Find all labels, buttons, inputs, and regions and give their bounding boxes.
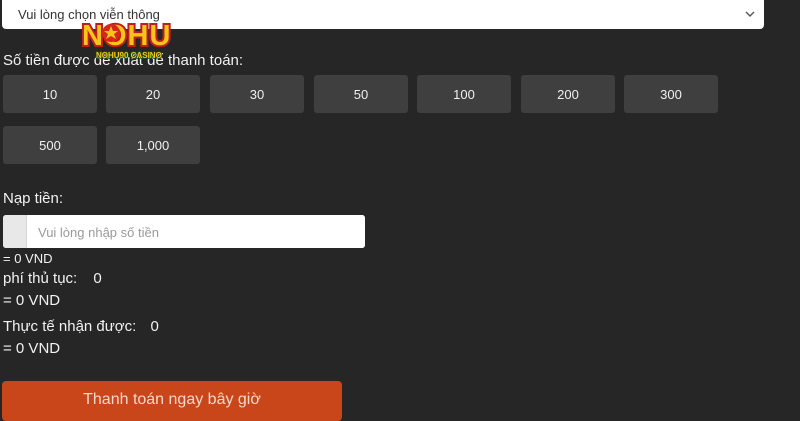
fee-row: phí thủ tục: 0	[3, 270, 102, 287]
received-row: Thực tế nhận được: 0	[3, 318, 159, 335]
deposit-input-addon	[3, 215, 27, 248]
fee-converted-text: = 0 VND	[3, 292, 61, 309]
fee-value: 0	[93, 270, 102, 287]
amount-button-300[interactable]: 300	[624, 75, 718, 113]
received-value: 0	[150, 318, 159, 335]
fee-label: phí thủ tục:	[3, 270, 78, 287]
amount-button-50[interactable]: 50	[314, 75, 408, 113]
received-label: Thực tế nhận được:	[3, 318, 137, 335]
deposit-label: Nạp tiền:	[3, 190, 64, 207]
deposit-input-group	[3, 215, 365, 248]
amount-button-200[interactable]: 200	[521, 75, 615, 113]
logo-sub-text: NOHU90 CASINO	[96, 51, 162, 60]
received-converted-text: = 0 VND	[3, 340, 61, 357]
amount-button-10[interactable]: 10	[3, 75, 97, 113]
nohu-logo: NOHU NOHU90 CASINO	[80, 18, 172, 61]
amount-button-100[interactable]: 100	[417, 75, 511, 113]
amount-button-1000[interactable]: 1,000	[106, 126, 200, 164]
deposit-amount-input[interactable]	[27, 215, 365, 248]
amount-button-500[interactable]: 500	[3, 126, 97, 164]
pay-now-button[interactable]: Thanh toán ngay bây giờ	[2, 381, 342, 421]
chevron-down-icon	[745, 11, 755, 17]
deposit-converted-text: = 0 VND	[3, 251, 53, 266]
logo-main-text: NOHU	[82, 20, 171, 52]
star-icon	[102, 24, 120, 42]
amount-button-20[interactable]: 20	[106, 75, 200, 113]
amount-button-30[interactable]: 30	[210, 75, 304, 113]
pay-now-label: Thanh toán ngay bây giờ	[83, 391, 261, 408]
